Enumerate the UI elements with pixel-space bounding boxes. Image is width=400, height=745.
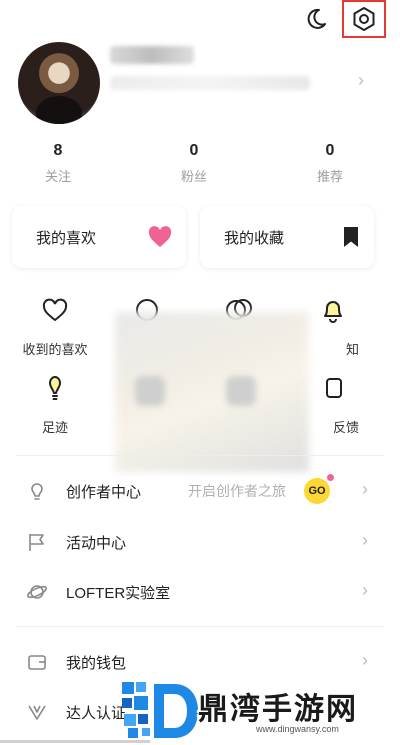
stat-following[interactable]: 8 关注 xyxy=(18,142,98,185)
wallet-icon xyxy=(28,655,46,670)
stat-value: 0 xyxy=(189,142,199,159)
watermark-url: www.dingwansy.com xyxy=(256,724,339,734)
stat-followers[interactable]: 0 粉丝 xyxy=(154,142,234,185)
my-likes-card[interactable]: 我的喜欢 xyxy=(12,206,186,268)
footprint-item[interactable]: 足迹 xyxy=(15,374,95,436)
watermark: 鼎湾手游网 www.dingwansy.com xyxy=(120,680,390,745)
settings-button[interactable] xyxy=(342,0,386,38)
stats-row: 8 关注 0 粉丝 0 推荐 xyxy=(0,142,400,192)
stat-label: 推荐 xyxy=(316,169,343,184)
watermark-logo xyxy=(122,682,198,738)
stat-value: 8 xyxy=(53,142,63,159)
divider xyxy=(16,626,384,627)
blurred-icon xyxy=(135,376,165,406)
bookmark-icon xyxy=(344,227,358,247)
notification-dot xyxy=(326,473,335,482)
profile-header[interactable]: › xyxy=(0,40,400,130)
footprint-icon xyxy=(49,376,61,400)
menu-label: 活动中心 xyxy=(66,535,127,552)
flag-icon xyxy=(29,534,44,551)
planet-icon xyxy=(27,585,47,599)
divider xyxy=(16,455,384,456)
menu-row-wallet[interactable]: 我的钱包 › xyxy=(0,640,400,684)
chevron-right-icon: › xyxy=(362,650,368,670)
menu-hint: 开启创作者之旅 xyxy=(188,483,286,499)
my-likes-label: 我的喜欢 xyxy=(36,229,97,247)
menu-label: 达人认证 xyxy=(66,705,127,722)
moon-icon[interactable] xyxy=(303,6,329,32)
stat-label: 关注 xyxy=(44,169,71,184)
received-likes-item[interactable]: 收到的喜欢 xyxy=(15,296,95,358)
chevron-right-icon: › xyxy=(362,530,368,550)
menu-row-lofter-lab[interactable]: LOFTER实验室 › xyxy=(0,570,400,614)
menu-label: LOFTER实验室 xyxy=(66,585,171,602)
grid-label: 收到的喜欢 xyxy=(22,342,88,357)
watermark-text: 鼎湾手游网 xyxy=(198,693,358,726)
menu-label: 创作者中心 xyxy=(66,484,142,501)
scroll-indicator xyxy=(0,740,150,743)
blurred-icon xyxy=(226,376,256,406)
stat-value: 0 xyxy=(325,142,335,159)
heart-icon xyxy=(148,226,172,247)
menu-label: 我的钱包 xyxy=(66,655,127,672)
chevron-right-icon: › xyxy=(362,479,368,499)
go-badge: GO xyxy=(304,478,330,504)
lightbulb-icon xyxy=(31,483,43,500)
chevron-right-icon: › xyxy=(362,580,368,600)
menu-row-activity-center[interactable]: 活动中心 › xyxy=(0,520,400,564)
menu-row-creator-center[interactable]: 创作者中心 开启创作者之旅 GO › xyxy=(0,469,400,513)
top-bar xyxy=(0,0,400,40)
grid-label: 足迹 xyxy=(41,420,68,435)
username-blurred xyxy=(110,46,194,64)
stat-recommend[interactable]: 0 推荐 xyxy=(290,142,370,185)
heart-outline-icon xyxy=(42,298,68,322)
avatar[interactable] xyxy=(18,42,100,124)
my-favorites-label: 我的收藏 xyxy=(224,229,285,247)
chevron-right-icon: › xyxy=(358,70,364,90)
stat-label: 粉丝 xyxy=(180,169,207,184)
bell-icon xyxy=(324,301,342,323)
my-favorites-card[interactable]: 我的收藏 xyxy=(200,206,374,268)
verified-v-icon xyxy=(28,705,46,720)
feedback-icon xyxy=(326,378,342,398)
user-info-blurred xyxy=(110,76,310,90)
gear-icon xyxy=(353,7,375,31)
